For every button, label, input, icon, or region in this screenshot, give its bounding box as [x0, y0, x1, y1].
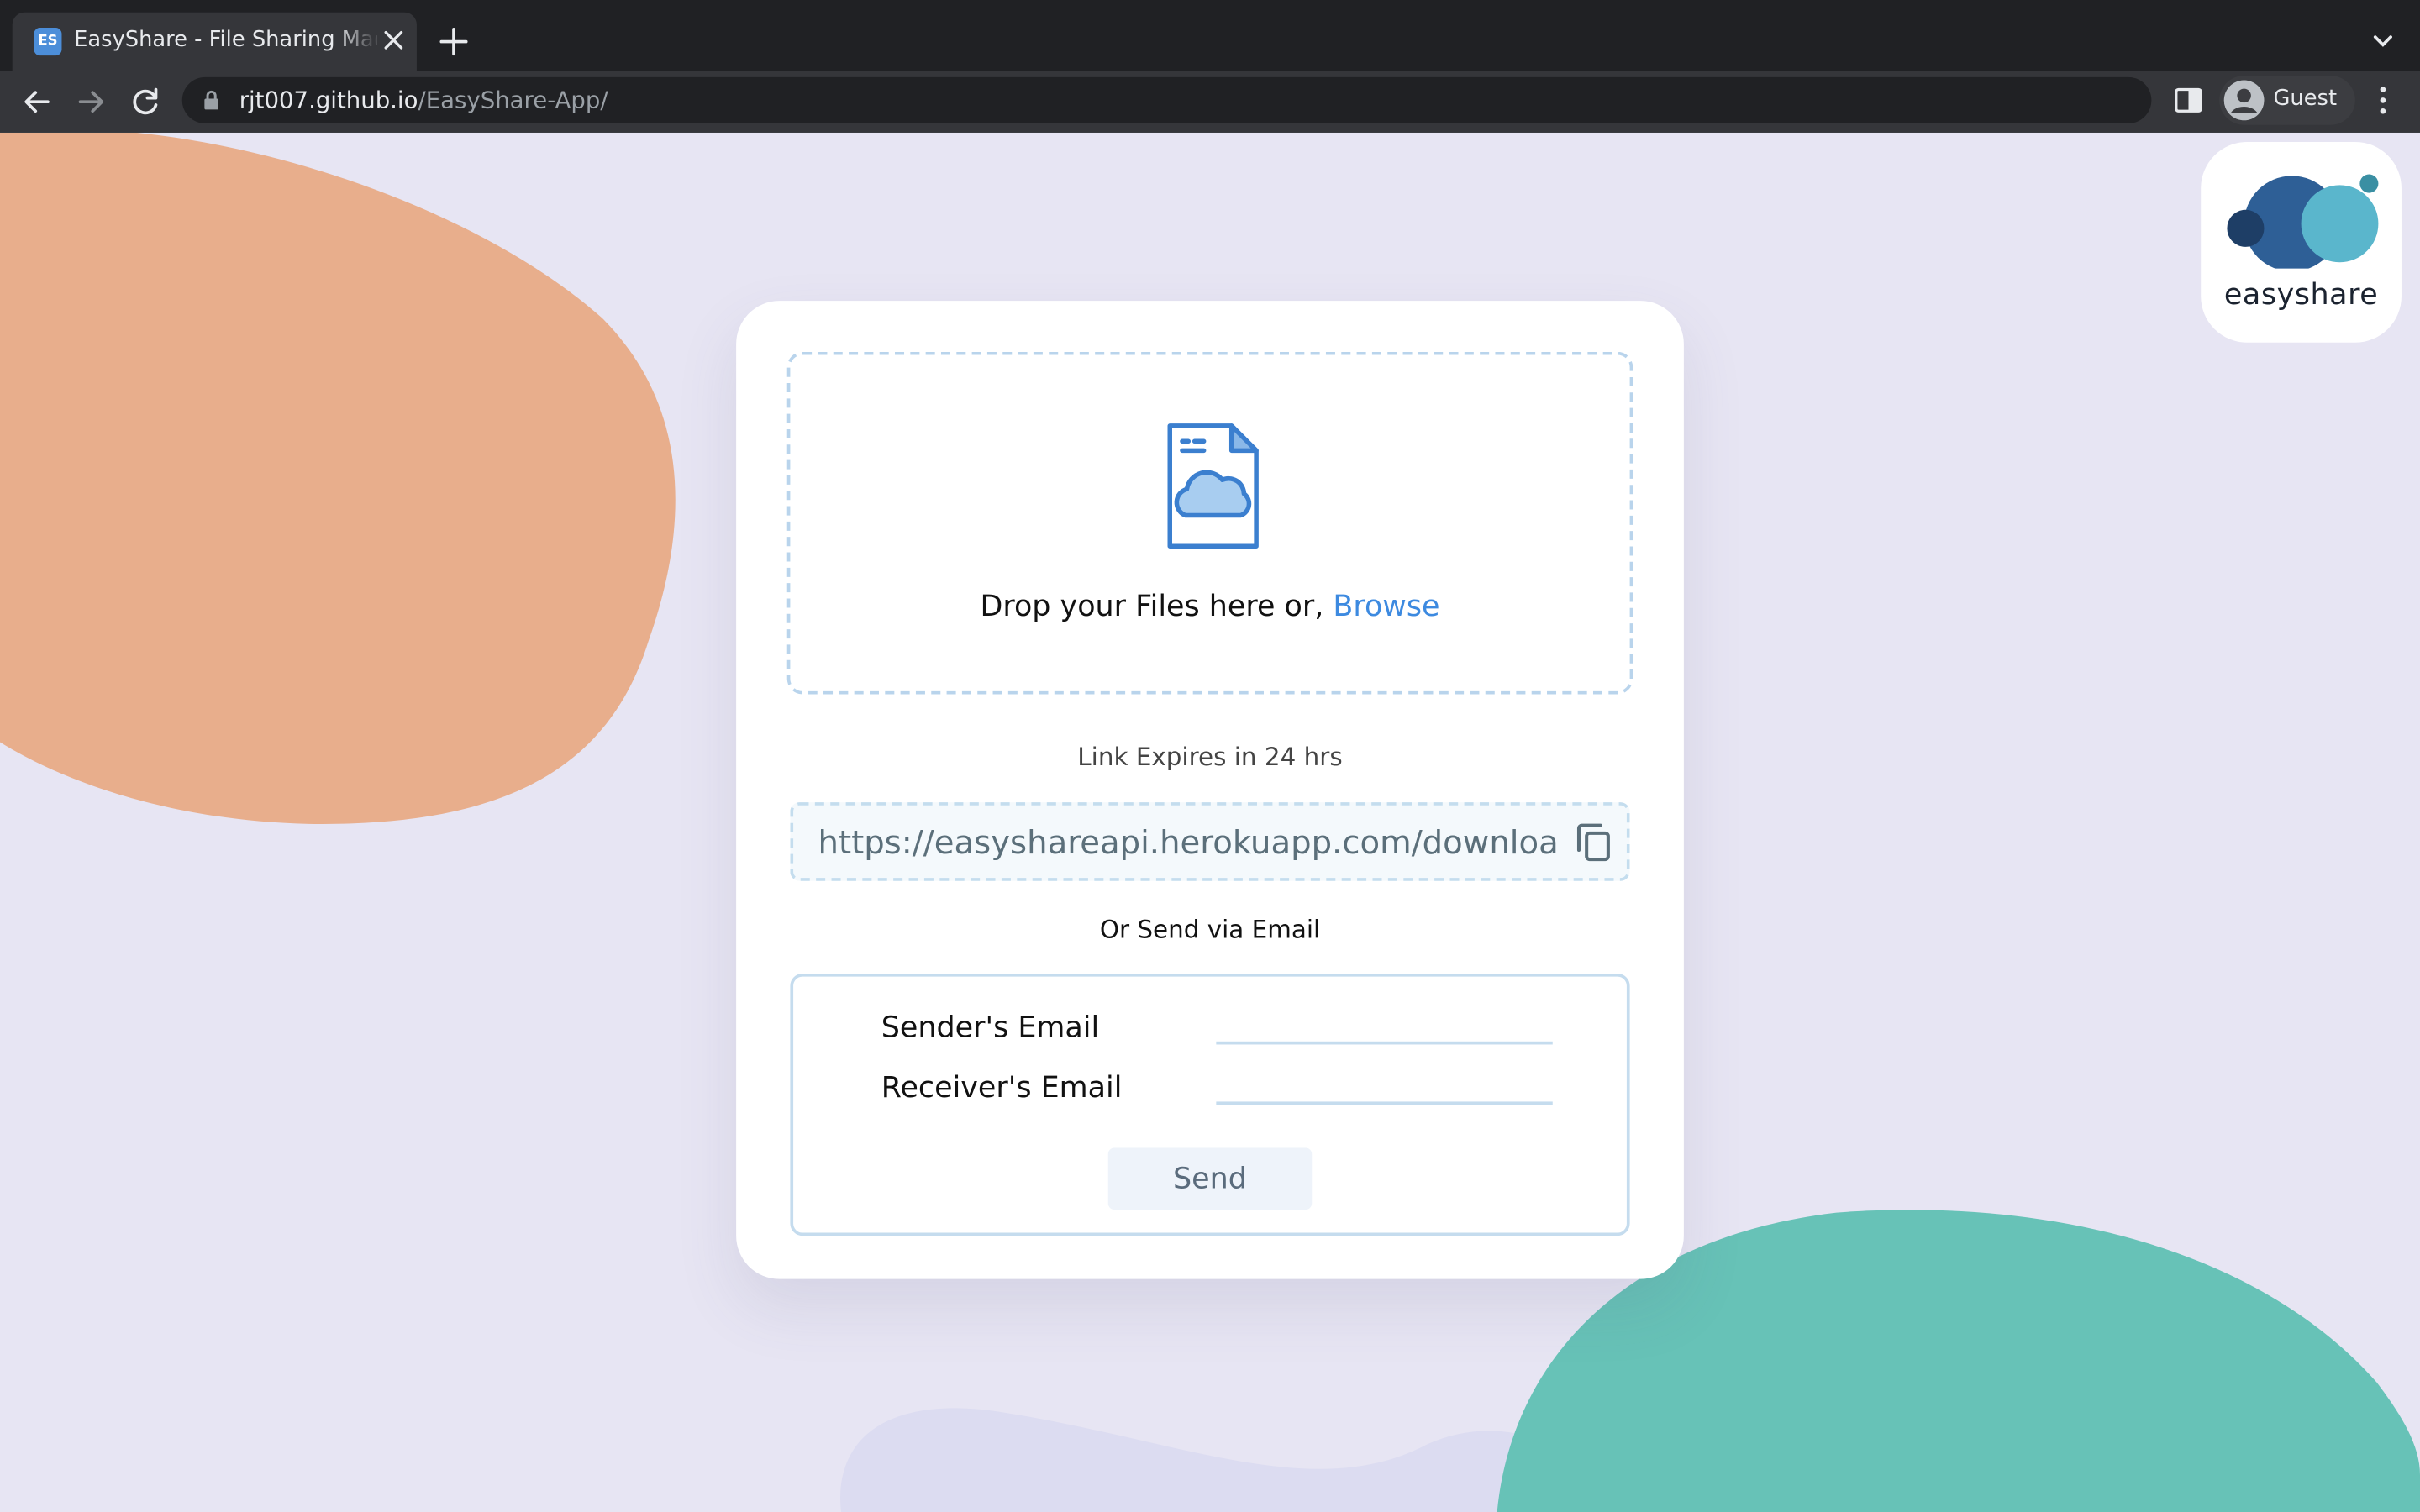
url-host: rjt007.github.io: [239, 86, 418, 114]
easyshare-logo[interactable]: easyshare: [2201, 141, 2402, 343]
tab-title: EasyShare - File Sharing Made Easy: [74, 28, 377, 53]
share-link-container: [790, 802, 1630, 881]
upload-card: Drop your Files here or, Browse Link Exp…: [736, 301, 1684, 1279]
close-icon[interactable]: [380, 26, 408, 54]
file-drop-zone[interactable]: Drop your Files here or, Browse: [786, 351, 1634, 695]
favicon-icon: ES: [34, 28, 62, 56]
file-cloud-icon: [1167, 423, 1259, 549]
email-form: Sender's Email Receiver's Email Send: [790, 973, 1630, 1236]
page-background: easyshare Drop your Files here or, Brows…: [0, 132, 2420, 1512]
sender-email-label: Sender's Email: [881, 1011, 1100, 1045]
reload-icon[interactable]: [127, 83, 164, 120]
browser-tab[interactable]: ES EasyShare - File Sharing Made Easy: [12, 12, 417, 71]
browser-tab-bar: ES EasyShare - File Sharing Made Easy: [0, 0, 2420, 71]
drop-instructions: Drop your Files here or, Browse: [790, 590, 1629, 623]
url-text: rjt007.github.io/EasyShare-App/: [239, 87, 608, 114]
logo-text: easyshare: [2223, 277, 2379, 312]
receiver-email-input[interactable]: [1216, 1064, 1553, 1105]
address-bar[interactable]: rjt007.github.io/EasyShare-App/: [182, 76, 2152, 123]
drop-text: Drop your Files here or,: [980, 589, 1334, 624]
send-button[interactable]: Send: [1107, 1147, 1313, 1210]
back-arrow-icon[interactable]: [18, 83, 55, 120]
receiver-email-label: Receiver's Email: [881, 1070, 1123, 1105]
plus-icon[interactable]: [437, 24, 471, 58]
kebab-menu-icon[interactable]: [2370, 83, 2395, 117]
browse-link[interactable]: Browse: [1333, 590, 1439, 623]
orange-blob: [0, 132, 676, 824]
profile-label: Guest: [2273, 86, 2338, 112]
url-path: /EasyShare-App/: [418, 86, 608, 114]
email-section-heading: Or Send via Email: [1099, 915, 1321, 945]
profile-button[interactable]: Guest: [2219, 76, 2355, 125]
logo-mark-icon: [2227, 174, 2379, 269]
sender-email-input[interactable]: [1216, 1004, 1553, 1045]
copy-icon[interactable]: [1576, 822, 1612, 863]
browser-toolbar: rjt007.github.io/EasyShare-App/ Guest: [0, 71, 2420, 134]
link-expiry-text: Link Expires in 24 hrs: [1077, 742, 1343, 772]
lock-icon[interactable]: [203, 90, 221, 112]
user-avatar-icon: [2223, 80, 2265, 121]
share-link-input[interactable]: [818, 805, 1560, 879]
forward-arrow-icon[interactable]: [72, 83, 109, 120]
chevron-down-icon[interactable]: [2368, 26, 2399, 57]
side-panel-icon[interactable]: [2171, 83, 2205, 117]
